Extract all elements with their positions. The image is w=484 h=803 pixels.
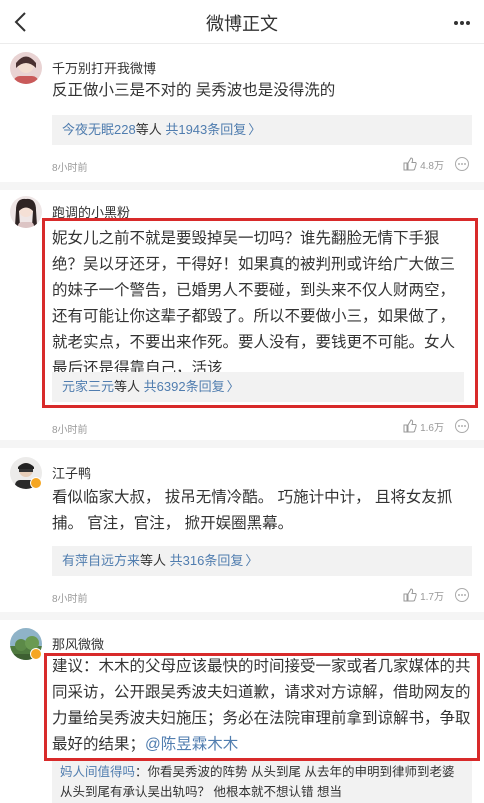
reply-mid-text: 等人 [140, 553, 167, 568]
reply-summary-link[interactable]: 今夜无眠228等人 共1943条回复〉 [52, 115, 472, 145]
comment-text: 看似临家大叔， 拔吊无情冷酷。 巧施计中计， 且将女友抓捕。 官注，官注， 掀开… [52, 489, 453, 532]
reply-user[interactable]: 今夜无眠228 [62, 122, 136, 137]
highlight-annotation-box [44, 653, 480, 761]
thumbs-up-icon [403, 588, 417, 602]
divider [0, 440, 484, 448]
divider [0, 612, 484, 620]
highlight-annotation-box [42, 218, 478, 408]
reply-summary-link[interactable]: 有萍自远方来等人 共316条回复〉 [52, 546, 472, 576]
comment-meta: 8小时前 4.8万 [52, 154, 472, 174]
thumbs-up-icon [403, 157, 417, 171]
sub-reply-author[interactable]: 妈人间值得吗 [60, 765, 135, 779]
more-options-icon[interactable] [448, 6, 476, 38]
reply-mid-text: 等人 [135, 122, 162, 137]
timestamp: 8小时前 [52, 425, 88, 436]
comment-menu-icon[interactable] [454, 418, 470, 434]
like-button[interactable]: 1.6万 [403, 418, 444, 434]
comment-meta: 8小时前 1.7万 [52, 585, 472, 605]
chevron-right-icon: 〉 [245, 553, 259, 568]
chevron-right-icon: 〉 [248, 122, 262, 137]
reply-user[interactable]: 有萍自远方来 [62, 553, 140, 568]
sub-reply-preview[interactable]: 妈人间值得吗：你看吴秀波的阵势 从头到尾 从去年的申明到律师到老婆 从头到尾有承… [52, 760, 472, 803]
thumbs-up-icon [403, 419, 417, 433]
comment-menu-icon[interactable] [454, 156, 470, 172]
comment-text: 反正做小三是不对的 吴秀波也是没得洗的 [52, 82, 336, 99]
verified-badge-icon [30, 477, 42, 489]
divider [0, 182, 484, 190]
verified-badge-icon [30, 648, 42, 660]
like-button[interactable]: 4.8万 [403, 156, 444, 172]
reply-count[interactable]: 共316条回复 [170, 553, 244, 568]
username[interactable]: 江子鸭 [52, 463, 91, 482]
comment-meta: 8小时前 1.6万 [52, 416, 472, 436]
avatar[interactable] [10, 52, 42, 84]
like-count: 1.6万 [420, 422, 444, 434]
timestamp: 8小时前 [52, 594, 88, 605]
page-title: 微博正文 [206, 14, 278, 34]
timestamp: 8小时前 [52, 163, 88, 174]
avatar[interactable] [10, 196, 42, 228]
like-count: 4.8万 [420, 160, 444, 172]
username[interactable]: 那风微微 [52, 634, 104, 653]
like-count: 1.7万 [420, 591, 444, 603]
comment-item: 江子鸭 看似临家大叔， 拔吊无情冷酷。 巧施计中计， 且将女友抓捕。 官注，官注… [0, 457, 484, 617]
comment-item: 千万别打开我微博 反正做小三是不对的 吴秀波也是没得洗的 今夜无眠228等人 共… [0, 52, 484, 178]
reply-count[interactable]: 共1943条回复 [165, 122, 246, 137]
like-button[interactable]: 1.7万 [403, 587, 444, 603]
comment-menu-icon[interactable] [454, 587, 470, 603]
username[interactable]: 千万别打开我微博 [52, 58, 156, 77]
top-nav-bar: 微博正文 [0, 0, 484, 44]
